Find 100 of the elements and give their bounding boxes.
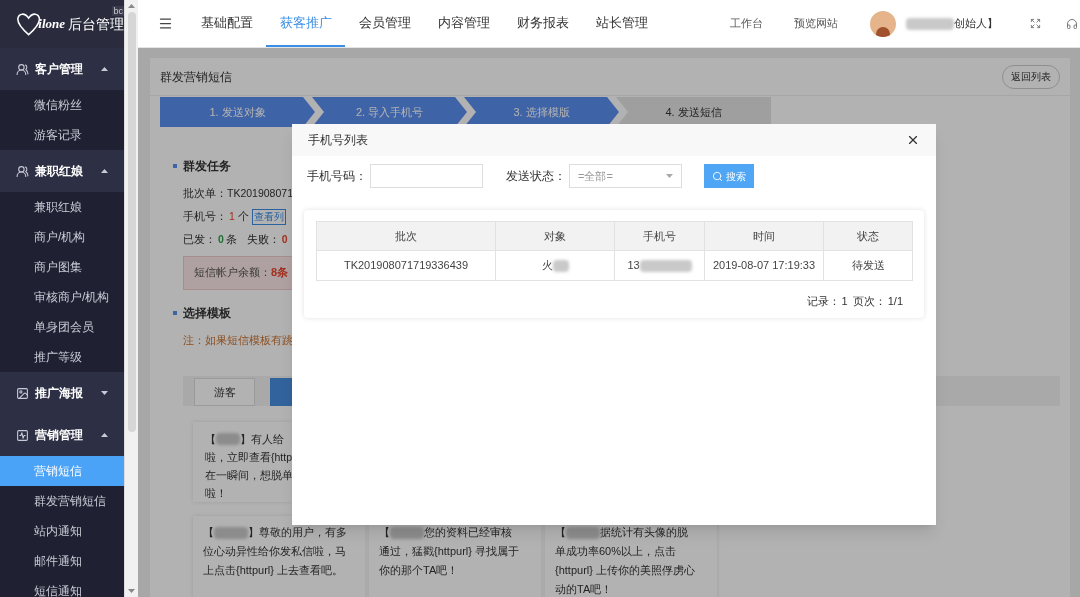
nav-tab[interactable]: 财务报表 [503,0,582,47]
blurred-patch [216,433,240,445]
stat-label: 失败： [246,231,280,247]
badge: bc [112,6,124,16]
blurred-patch [552,260,569,273]
template-text: 在一瞬间，想脱单 [205,468,292,483]
modal-title: 手机号列表 [308,132,368,149]
menu-group-label: 推广海报 [35,385,84,402]
scrollbar-thumb[interactable] [127,12,136,432]
menu-item[interactable]: 站内通知 [0,516,124,546]
phone-field[interactable] [370,164,483,188]
template-text: 据统计有头像的脱 [600,525,688,540]
stat-value: 0 [218,231,224,247]
nav-tab[interactable]: 基础配置 [187,0,266,47]
step: 4. 发送短信 [616,97,771,127]
table-cell: 13 [627,259,640,272]
menu-item[interactable]: 短信通知 [0,576,124,597]
blurred-patch [639,260,692,273]
menu-group-label: 兼职红娘 [35,163,84,180]
menu-group[interactable]: 客户管理 [0,48,124,90]
template-card[interactable]: 【 】尊敬的用户，有多 位心动异性给你发私信啦，马 上点击{httpurl} 上去查看吧。 [193,516,365,597]
avatar[interactable] [870,10,896,37]
template-text: 【 [205,432,216,447]
search-icon [712,170,723,182]
template-text: 您的资料已经审核 [424,525,512,540]
close-icon[interactable] [906,133,920,147]
scroll-up-icon [128,4,135,8]
phone-label: 手机号： [183,208,227,224]
menu-item[interactable]: 商户/机构 [0,222,124,252]
menu-item[interactable]: 兼职红娘 [0,192,124,222]
menu-group[interactable]: 推广海报 [0,372,124,414]
section-heading: 群发任务 [183,158,231,175]
pages-label: 页次： [852,294,886,309]
header-link[interactable]: 工作台 [730,15,763,32]
user-name[interactable]: 创始人】 [954,15,998,32]
step: 3. 选择模版 [464,97,619,127]
menu-icon[interactable] [158,16,173,31]
menu-item[interactable]: 推广等级 [0,342,124,372]
status-field-label: 发送状态： [506,168,566,185]
step: 2. 导入手机号 [312,97,467,127]
template-text: {httpurl} 上传你的美照俘虏心 [555,563,695,578]
menu-item[interactable]: 单身团会员 [0,312,124,342]
scroll-down-icon [128,589,135,593]
template-text: 【 [379,525,390,540]
template-text: 】有人给 [240,432,284,447]
template-text: 动的TA吧！ [555,582,613,597]
image-icon [16,386,29,400]
scrollbar[interactable] [124,0,138,597]
table-cell: 火 [541,259,553,272]
nav-tab[interactable]: 内容管理 [424,0,503,47]
balance-value: 8条 [271,265,289,281]
template-text: 啦，立即查看{http [205,450,292,465]
phone-unit: 个 [237,208,249,224]
caret-up-icon [101,433,108,437]
nav-tab[interactable]: 会员管理 [345,0,424,47]
bullet-icon [173,164,177,168]
caret-down-icon [666,174,673,178]
users-icon [16,164,29,178]
template-text: 单成功率60%以上，点击 [555,544,677,559]
blurred-patch [906,17,954,30]
menu-item[interactable]: 微信粉丝 [0,90,124,120]
menu-group-label: 客户管理 [35,61,84,78]
fullscreen-icon[interactable] [1030,18,1041,29]
menu-group[interactable]: 营销管理 [0,414,124,456]
menu-item[interactable]: 群发营销短信 [0,486,124,516]
pages-count: 1/1 [887,294,903,309]
template-text: 上点击{httpurl} 上去查看吧。 [203,563,343,578]
menu-group[interactable]: 兼职红娘 [0,150,124,192]
back-button[interactable]: 返回列表 [1002,64,1060,89]
menu-item[interactable]: 邮件通知 [0,546,124,576]
phone-field-label: 手机号码： [307,168,367,185]
panel-title: 群发营销短信 [160,68,232,86]
section-heading: 选择模板 [183,304,231,322]
column-header: 对象 [495,221,615,251]
table-cell: 2019-08-07 17:19:33 [704,250,824,281]
menu-item[interactable]: 商户图集 [0,252,124,282]
stat-unit: 条 [225,231,237,247]
batch-number: 批次单：TK201908071 [183,186,294,201]
phone-count: 1 [229,208,235,224]
template-tab[interactable]: 游客 [194,378,255,406]
blurred-patch [566,526,600,539]
caret-up-icon [101,67,108,71]
column-header: 批次 [316,221,496,251]
table-cell: 待发送 [823,250,913,281]
column-header: 手机号 [614,221,705,251]
menu-item[interactable]: 审核商户/机构 [0,282,124,312]
records-label: 记录： [806,294,840,309]
header-link[interactable]: 预览网站 [794,15,838,32]
users-icon [16,62,29,76]
headphones-icon[interactable] [1066,17,1078,30]
stat-label: 已发： [183,231,216,247]
template-text: 【 [203,525,214,540]
logo-title: 后台管理 [68,14,124,34]
menu-item[interactable]: 游客记录 [0,120,124,150]
table-cell: TK201908071719336439 [316,250,496,281]
template-text: 【 [555,525,566,540]
logo-text: ilone [38,15,65,34]
nav-tab[interactable]: 站长管理 [582,0,661,47]
blurred-patch [390,526,424,539]
template-card[interactable]: 【 】有人给 啦，立即查看{http 在一瞬间，想脱单 啦！ [193,422,292,502]
